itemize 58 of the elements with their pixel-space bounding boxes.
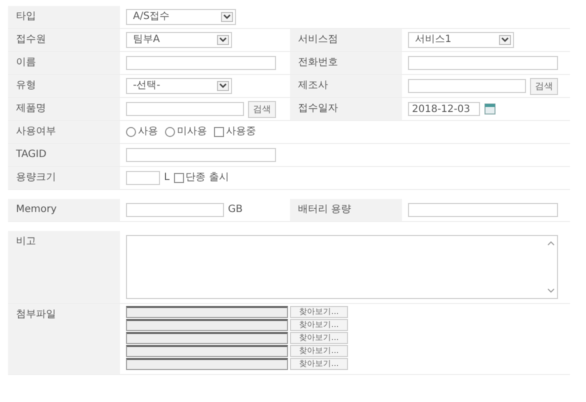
input-field[interactable] <box>126 171 160 185</box>
date-field[interactable]: 2018-12-03 <box>408 102 480 116</box>
browse-button[interactable]: 찾아보기... <box>290 319 348 331</box>
field-label: 용량크기 <box>8 167 120 189</box>
field-label: 접수원 <box>8 29 120 51</box>
input-field[interactable] <box>408 203 558 217</box>
dropdown[interactable]: -선택- <box>126 78 232 94</box>
file-path-field[interactable] <box>126 306 288 318</box>
field-label: 타입 <box>8 6 120 28</box>
option-label: 사용중 <box>226 126 256 138</box>
field-label: 사용여부 <box>8 121 120 143</box>
field-label: 전화번호 <box>290 52 402 74</box>
file-path-field[interactable] <box>126 358 288 370</box>
checkbox[interactable] <box>214 127 224 137</box>
browse-button[interactable]: 찾아보기... <box>290 332 348 344</box>
search-button[interactable]: 검색 <box>530 78 558 94</box>
file-path-field[interactable] <box>126 332 288 344</box>
field-label: 첨부파일 <box>8 304 120 374</box>
field-label: 접수일자 <box>290 98 402 120</box>
caret-icon <box>500 36 510 44</box>
browse-button[interactable]: 찾아보기... <box>290 345 348 357</box>
dropdown[interactable]: 서비스1 <box>408 32 514 48</box>
option-label: 미사용 <box>177 126 207 138</box>
input-field[interactable] <box>126 102 244 116</box>
option-label: 단종 출시 <box>186 172 229 184</box>
unit-label: GB <box>228 204 243 216</box>
option-label: 사용 <box>138 126 158 138</box>
dropdown[interactable]: 팀부A <box>126 32 232 48</box>
scroll-down-icon <box>547 288 555 294</box>
input-field[interactable] <box>408 79 526 93</box>
input-field[interactable] <box>408 56 558 70</box>
browse-button[interactable]: 찾아보기... <box>290 358 348 370</box>
input-field[interactable] <box>126 56 276 70</box>
radio-button[interactable] <box>165 127 175 137</box>
input-field[interactable] <box>126 203 224 217</box>
field-label: 배터리 용량 <box>290 199 402 221</box>
field-label: Memory <box>8 199 120 221</box>
caret-icon <box>218 82 228 90</box>
input-field[interactable] <box>126 148 276 162</box>
radio-button[interactable] <box>126 127 136 137</box>
caret-icon <box>218 36 228 44</box>
unit-label: L <box>164 172 170 184</box>
field-label: 제조사 <box>290 75 402 97</box>
caret-icon <box>222 13 232 21</box>
dropdown[interactable]: A/S접수 <box>126 9 236 25</box>
field-label: 비고 <box>8 231 120 303</box>
field-label: 이름 <box>8 52 120 74</box>
field-label: 서비스점 <box>290 29 402 51</box>
field-label: 제품명 <box>8 98 120 120</box>
field-label: TAGID <box>8 144 120 166</box>
field-label: 유형 <box>8 75 120 97</box>
search-button[interactable]: 검색 <box>248 100 276 118</box>
file-path-field[interactable] <box>126 319 288 331</box>
file-path-field[interactable] <box>126 345 288 357</box>
browse-button[interactable]: 찾아보기... <box>290 306 348 318</box>
checkbox[interactable] <box>174 173 184 183</box>
calendar-icon[interactable] <box>484 103 496 115</box>
scroll-up-icon <box>547 240 555 246</box>
